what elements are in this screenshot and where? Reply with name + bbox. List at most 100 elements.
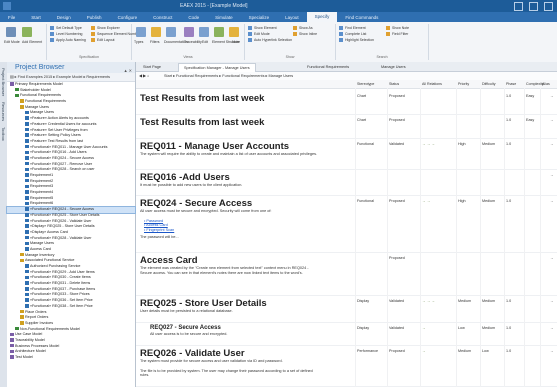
requirement-cell[interactable]: → → [422, 199, 430, 203]
requirement-cell[interactable]: → [422, 326, 426, 330]
side-tab-project-browser[interactable]: Project Browser [1, 68, 6, 96]
requirement-cell[interactable]: Medium [482, 199, 495, 203]
close-icon[interactable] [544, 2, 553, 11]
edit-view-button[interactable] [199, 27, 209, 37]
row-expand-icon[interactable]: → [550, 142, 554, 146]
side-tab-resources[interactable]: Resources [1, 102, 6, 121]
requirement-cell[interactable]: 1.0 [506, 299, 511, 303]
requirement-cell[interactable]: Proposed [389, 94, 405, 98]
menu-item-layout[interactable]: Layout [277, 15, 307, 20]
requirement-cell[interactable]: Chart [357, 94, 366, 98]
requirement-cell[interactable]: Functional [357, 142, 374, 146]
requirement-cell[interactable]: Proposed [389, 256, 405, 260]
requirement-cell[interactable]: Low [458, 326, 465, 330]
menu-item-start[interactable]: Start [23, 15, 49, 20]
types-button[interactable] [136, 27, 146, 37]
menu-item-specialize[interactable]: Specialize [241, 15, 278, 20]
requirement-row[interactable]: Access Card The element was created by th… [136, 253, 557, 296]
row-expand-icon[interactable]: → [550, 326, 554, 330]
requirement-row[interactable]: REQ024 - Secure Access All user access mu… [136, 196, 557, 253]
requirement-cell[interactable]: 1.0 [506, 199, 511, 203]
ribbon-line[interactable]: Apply Auto Naming [50, 38, 86, 43]
column-header[interactable]: Stereotype [357, 80, 374, 88]
requirement-cell[interactable]: 1.0 [506, 142, 511, 146]
requirement-cell[interactable]: High [458, 199, 466, 203]
ribbon-line[interactable]: Show Inline [293, 32, 317, 37]
requirement-cell[interactable]: Easy [526, 118, 534, 122]
requirement-cell[interactable]: 1.0 [506, 94, 511, 98]
ribbon-line[interactable]: Edit Mode [248, 32, 270, 37]
minimize-icon[interactable] [514, 2, 523, 11]
edit-mode-button[interactable] [6, 27, 16, 37]
requirement-title[interactable]: Test Results from last week [140, 93, 264, 104]
menu-item-find-commands[interactable]: Find Commands [337, 15, 386, 20]
menu-item-code[interactable]: Code [180, 15, 207, 20]
row-expand-icon[interactable]: → [550, 118, 554, 122]
menu-item-construct[interactable]: Construct [145, 15, 180, 20]
row-expand-icon[interactable]: → [550, 349, 554, 353]
requirement-cell[interactable]: Display [357, 326, 369, 330]
requirement-cell[interactable]: Display [357, 299, 369, 303]
requirement-bullet-link[interactable]: • Password [144, 219, 163, 223]
tree-node[interactable]: Test Model [7, 355, 135, 361]
row-expand-icon[interactable]: → [550, 173, 554, 177]
requirement-row[interactable]: REQ027 - Secure Access All user access is… [136, 323, 557, 346]
requirement-bullet-link[interactable]: • Fingerprint Scan [144, 228, 174, 232]
ribbon-line[interactable]: Show Explorer [91, 26, 120, 31]
menu-item-configure[interactable]: Configure [110, 15, 146, 20]
ribbon-line[interactable]: Find Element [339, 26, 366, 31]
column-header[interactable]: Status [389, 80, 399, 88]
requirement-cell[interactable]: 1.0 [506, 118, 511, 122]
requirement-cell[interactable]: Validated [389, 326, 404, 330]
ribbon-line[interactable]: Set Default Type [50, 26, 82, 31]
requirement-cell[interactable]: Medium [482, 142, 495, 146]
element-structure-button[interactable] [214, 27, 224, 37]
requirement-row[interactable]: Test Results from last week Chart Proposed… [136, 115, 557, 139]
tab-document[interactable]: Functional Requirements [302, 63, 354, 71]
requirement-cell[interactable]: 1.0 [506, 326, 511, 330]
menu-item-file[interactable]: File [0, 15, 23, 20]
row-expand-icon[interactable]: → [550, 299, 554, 303]
requirement-cell[interactable]: Medium [482, 326, 495, 330]
requirement-cell[interactable]: Performance [357, 349, 378, 353]
requirement-row[interactable]: REQ011 - Manage User Accounts The system … [136, 139, 557, 170]
nav-buttons-icon[interactable]: ◀ ▶ ⌂ [139, 72, 149, 80]
column-header[interactable]: All Relations [422, 80, 442, 88]
requirement-cell[interactable]: Easy [526, 94, 534, 98]
ribbon-line[interactable]: Edit Layout [91, 38, 115, 43]
tab-document[interactable]: Specification Manager - Manage Users [178, 63, 256, 72]
requirement-row[interactable]: Test Results from last week Chart Proposed… [136, 91, 557, 115]
note-button[interactable] [229, 27, 239, 37]
ribbon-line[interactable]: Highlight Selection [339, 38, 374, 43]
requirement-cell[interactable]: Validated [389, 299, 404, 303]
requirement-row[interactable]: REQ026 - Validate User The system must pr… [136, 346, 557, 387]
row-expand-icon[interactable]: → [550, 199, 554, 203]
requirement-cell[interactable]: Functional [357, 199, 374, 203]
menu-item-specify[interactable]: Specify [306, 12, 338, 22]
requirement-title[interactable]: REQ026 - Validate User [140, 348, 245, 359]
requirement-title[interactable]: REQ016 -Add Users [140, 172, 230, 183]
requirement-title[interactable]: REQ025 - Store User Details [140, 298, 267, 309]
maximize-icon[interactable] [529, 2, 538, 11]
requirement-title[interactable]: Test Results from last week [140, 117, 264, 128]
requirement-cell[interactable]: 1.0 [506, 349, 511, 353]
requirement-cell[interactable]: Proposed [389, 349, 405, 353]
ribbon-line[interactable]: Level Numbering [50, 32, 82, 37]
requirement-cell[interactable]: Medium [482, 299, 495, 303]
requirement-cell[interactable]: → [422, 349, 426, 353]
row-expand-icon[interactable]: → [550, 256, 554, 260]
filters-button[interactable] [151, 27, 161, 37]
column-header[interactable]: Phase [506, 80, 516, 88]
menu-item-simulate[interactable]: Simulate [207, 15, 241, 20]
menu-item-design[interactable]: Design [49, 15, 79, 20]
side-tab-toolbox[interactable]: Toolbox [1, 127, 6, 141]
requirement-cell[interactable]: Medium [458, 349, 471, 353]
ribbon-line[interactable]: Auto Hyperlink Selection [248, 38, 292, 43]
column-header[interactable]: Priority [458, 80, 469, 88]
ribbon-line[interactable]: Show Note [386, 26, 409, 31]
menu-item-publish[interactable]: Publish [79, 15, 110, 20]
requirement-row[interactable]: REQ025 - Store User Details User details … [136, 296, 557, 323]
requirement-cell[interactable]: → → → [422, 142, 435, 146]
requirement-title[interactable]: Access Card [140, 255, 198, 266]
requirement-cell[interactable]: Chart [357, 118, 366, 122]
